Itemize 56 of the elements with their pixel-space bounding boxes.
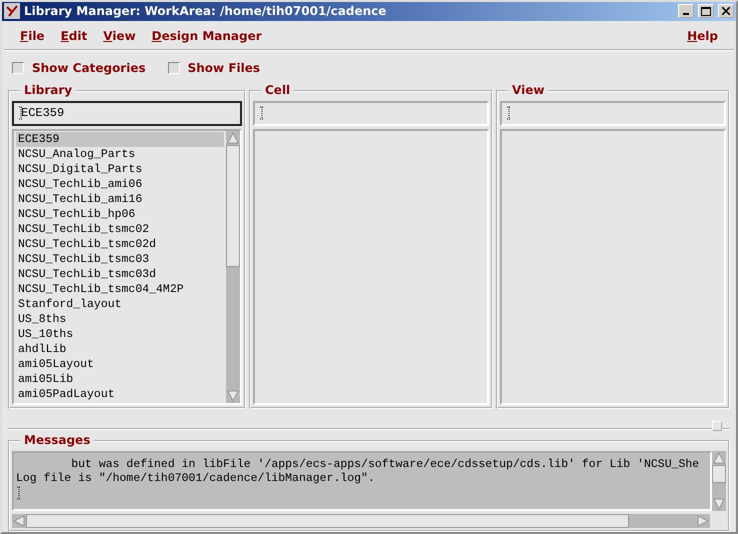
library-item[interactable]: NCSU_TechLib_tsmc02d xyxy=(16,236,224,252)
library-item[interactable]: NCSU_TechLib_tsmc03d xyxy=(16,266,224,282)
scroll-right-icon[interactable] xyxy=(696,514,710,528)
library-item[interactable]: NCSU_TechLib_ami16 xyxy=(16,192,224,207)
splitter-handle[interactable] xyxy=(712,420,722,431)
menu-item[interactable]: View xyxy=(95,28,144,43)
library-item[interactable]: Stanford_layout xyxy=(16,296,224,312)
vertical-scrollbar[interactable] xyxy=(226,130,240,403)
library-item[interactable]: NCSU_TechLib_tsmc02 xyxy=(16,222,224,237)
close-button[interactable] xyxy=(718,4,734,18)
panel-title: Cell xyxy=(261,82,294,97)
vertical-scrollbar[interactable] xyxy=(712,450,726,511)
text-cursor-icon xyxy=(18,106,24,120)
text-cursor-icon xyxy=(506,106,512,120)
message-line: Log file is "/home/tih07001/cadence/libManager.log". xyxy=(16,472,376,486)
library-item[interactable]: ami05Layout xyxy=(16,356,224,372)
library-item[interactable]: US_10ths xyxy=(16,326,224,342)
view-field[interactable] xyxy=(500,100,726,126)
panel-title: View xyxy=(508,82,548,97)
scroll-down-icon[interactable] xyxy=(226,388,240,403)
menu-item[interactable]: Design Manager xyxy=(144,28,270,43)
library-item[interactable]: NCSU_Digital_Parts xyxy=(16,162,224,177)
cell-field[interactable] xyxy=(253,100,489,126)
checkbox-label[interactable]: Show Categories xyxy=(32,60,146,75)
library-item[interactable]: US_8ths xyxy=(16,312,224,327)
menu-item[interactable]: File xyxy=(12,28,53,43)
scroll-thumb[interactable] xyxy=(712,464,726,483)
checkbox-label[interactable]: Show Files xyxy=(188,60,260,75)
window-title: Library Manager: WorkArea: /home/tih07001/cadence xyxy=(24,4,388,18)
message-line: but was defined in libFile '/apps/ecs-apps/software/ece/cdssetup/cds.lib' for Lib 'NCSU_She xyxy=(70,458,700,472)
help-menu[interactable]: Help xyxy=(679,28,726,43)
checkbox[interactable] xyxy=(168,62,180,74)
library-item[interactable]: ami05PadLayout xyxy=(16,386,224,402)
checkbox[interactable] xyxy=(12,62,24,74)
close-icon xyxy=(722,7,730,16)
library-field[interactable]: ECE359 xyxy=(12,100,242,126)
library-item[interactable]: NCSU_TechLib_hp06 xyxy=(16,206,224,222)
text-cursor-icon xyxy=(16,486,22,500)
library-item[interactable]: ahdlLib xyxy=(16,342,224,357)
library-item[interactable]: NCSU_TechLib_ami06 xyxy=(16,176,224,192)
library-item[interactable]: NCSU_Analog_Parts xyxy=(16,146,224,162)
library-item[interactable]: ami05Lib xyxy=(16,372,224,387)
app-icon xyxy=(4,3,20,20)
library-item[interactable]: NCSU_TechLib_tsmc04_4M2P xyxy=(16,282,224,297)
scroll-up-icon[interactable] xyxy=(226,130,240,145)
cell-list[interactable] xyxy=(253,128,489,405)
minimize-button[interactable] xyxy=(678,4,694,18)
scroll-thumb[interactable] xyxy=(226,144,240,267)
maximize-button[interactable] xyxy=(698,4,714,18)
library-item[interactable]: ECE359 xyxy=(16,132,224,147)
panel-title: Library xyxy=(20,82,76,97)
menu-item[interactable]: Edit xyxy=(52,28,96,43)
library-item[interactable]: NCSU_TechLib_tsmc03 xyxy=(16,252,224,267)
panel-title: Messages xyxy=(20,432,94,447)
text-cursor-icon xyxy=(259,106,265,120)
maximize-icon xyxy=(701,6,711,16)
